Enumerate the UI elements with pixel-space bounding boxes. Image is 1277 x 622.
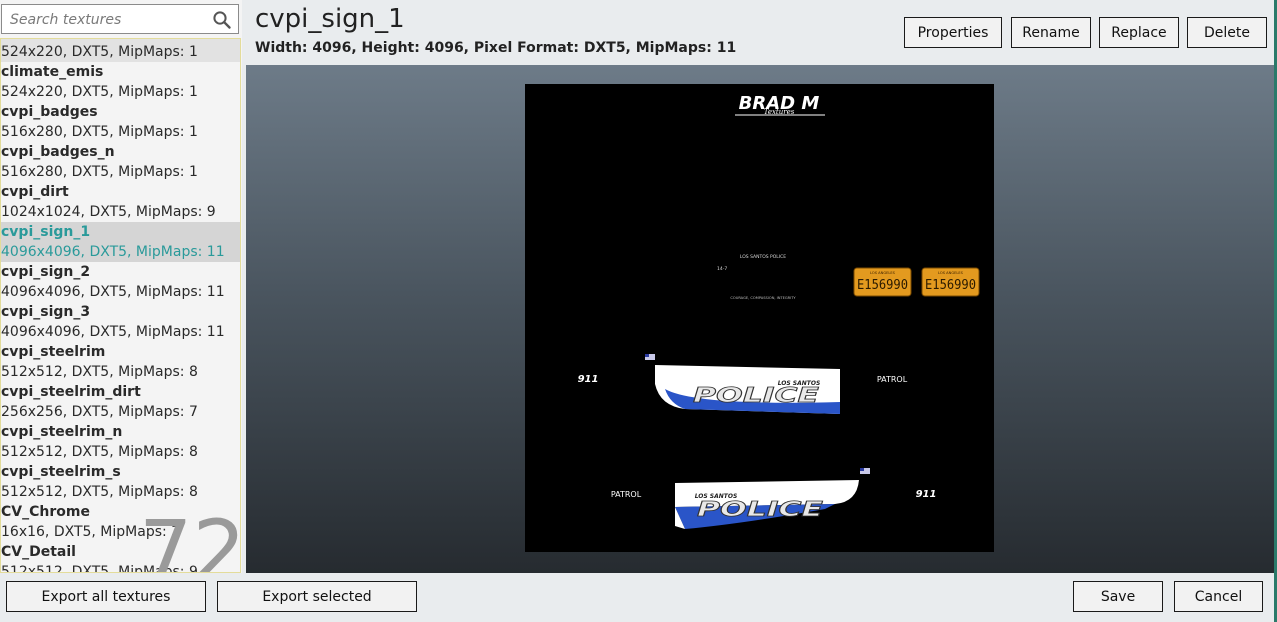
texture-list-item[interactable]: cvpi_steelrim_n 512x512, DXT5, MipMaps: 8 (1, 422, 240, 462)
svg-text:E156990: E156990 (925, 278, 976, 293)
license-plate: LOS ANGELES E156990 (921, 267, 980, 297)
texture-info: 516x280, DXT5, MipMaps: 1 (1, 124, 198, 140)
texture-info: 1024x1024, DXT5, MipMaps: 9 (1, 204, 216, 220)
replace-button[interactable]: Replace (1099, 17, 1179, 48)
texture-preview-area[interactable]: BRAD M Textures LOS SANTOS POLICE 14-7 C… (246, 65, 1274, 573)
brand-subtitle: Textures (764, 108, 795, 116)
texture-list-item[interactable]: climate524x220, DXT5, MipMaps: 1 (1, 39, 240, 62)
texture-info: 4096x4096, DXT5, MipMaps: 11 (1, 284, 225, 300)
texture-list[interactable]: climate524x220, DXT5, MipMaps: 1climate_… (0, 38, 241, 573)
bottom-bar: Export all textures Export selected Save… (0, 573, 1277, 622)
properties-button[interactable]: Properties (904, 17, 1002, 48)
export-selected-button[interactable]: Export selected (217, 581, 417, 612)
texture-name: cvpi_steelrim_s (1, 464, 121, 480)
texture-name: cvpi_steelrim_dirt (1, 384, 141, 400)
rename-button[interactable]: Rename (1011, 17, 1091, 48)
texture-info: 512x512, DXT5, MipMaps: 8 (1, 364, 198, 380)
texture-name: cvpi_steelrim_n (1, 424, 123, 440)
texture-list-item[interactable]: CV_Detail 512x512, DXT5, MipMaps: 9 (1, 542, 240, 573)
texture-list-item[interactable]: cvpi_sign_3 4096x4096, DXT5, MipMaps: 11 (1, 302, 240, 342)
texture-details: Width: 4096, Height: 4096, Pixel Format:… (255, 40, 737, 56)
texture-list-item[interactable]: climate_emis 524x220, DXT5, MipMaps: 1 (1, 62, 240, 102)
texture-artwork: BRAD M Textures LOS SANTOS POLICE 14-7 C… (578, 93, 980, 529)
texture-list-items: climate524x220, DXT5, MipMaps: 1climate_… (1, 39, 240, 573)
texture-name: cvpi_sign_2 (1, 264, 91, 280)
texture-list-item[interactable]: cvpi_badges 516x280, DXT5, MipMaps: 1 (1, 102, 240, 142)
search-icon[interactable] (212, 10, 232, 30)
texture-name: cvpi_dirt (1, 184, 69, 200)
texture-list-item[interactable]: cvpi_dirt 1024x1024, DXT5, MipMaps: 9 (1, 182, 240, 222)
texture-info: 524x220, DXT5, MipMaps: 1 (1, 44, 198, 60)
texture-title: cvpi_sign_1 (255, 4, 405, 34)
save-button[interactable]: Save (1073, 581, 1163, 612)
cancel-button[interactable]: Cancel (1174, 581, 1263, 612)
header-text: LOS SANTOS POLICE (740, 254, 786, 260)
svg-text:LOS ANGELES: LOS ANGELES (870, 271, 896, 275)
texture-info: 512x512, DXT5, MipMaps: 9 (1, 564, 198, 573)
texture-list-item[interactable]: cvpi_sign_2 4096x4096, DXT5, MipMaps: 11 (1, 262, 240, 302)
texture-list-item[interactable]: cvpi_steelrim 512x512, DXT5, MipMaps: 8 (1, 342, 240, 382)
svg-text:LOS ANGELES: LOS ANGELES (938, 271, 964, 275)
texture-info: 4096x4096, DXT5, MipMaps: 11 (1, 324, 225, 340)
svg-text:E156990: E156990 (857, 278, 908, 293)
texture-name: cvpi_sign_1 (1, 224, 91, 240)
texture-name: cvpi_badges_n (1, 144, 115, 160)
texture-name: CV_Chrome (1, 504, 90, 520)
texture-list-item[interactable]: CV_Chrome 16x16, DXT5, MipMaps: 3 (1, 502, 240, 542)
emergency-number: 911 (916, 489, 937, 500)
texture-info: 16x16, DXT5, MipMaps: 3 (1, 524, 181, 540)
texture-name: cvpi_steelrim (1, 344, 106, 360)
texture-list-item[interactable]: cvpi_steelrim_s 512x512, DXT5, MipMaps: 8 (1, 462, 240, 502)
brand-logo: BRAD M Textures (735, 93, 825, 116)
texture-name: cvpi_sign_3 (1, 304, 91, 320)
police-decal: LOS SANTOS POLICE (655, 365, 840, 414)
search-input[interactable] (8, 9, 212, 31)
texture-info: 256x256, DXT5, MipMaps: 7 (1, 404, 198, 420)
texture-name: cvpi_badges (1, 104, 98, 120)
texture-list-item[interactable]: cvpi_steelrim_dirt 256x256, DXT5, MipMaps… (1, 382, 240, 422)
code-text: 14-7 (717, 266, 727, 272)
texture-sidebar: climate524x220, DXT5, MipMaps: 1climate_… (0, 0, 242, 573)
texture-info: 516x280, DXT5, MipMaps: 1 (1, 164, 198, 180)
texture-info: 512x512, DXT5, MipMaps: 8 (1, 484, 198, 500)
texture-list-item[interactable]: cvpi_sign_1 4096x4096, DXT5, MipMaps: 11 (1, 222, 240, 262)
svg-text:POLICE: POLICE (697, 497, 824, 521)
texture-info: 524x220, DXT5, MipMaps: 1 (1, 84, 198, 100)
license-plate: LOS ANGELES E156990 (853, 267, 912, 297)
search-box[interactable] (1, 4, 239, 34)
patrol-label: PATROL (611, 490, 642, 499)
texture-name: climate_emis (1, 64, 104, 80)
emergency-number: 911 (578, 374, 599, 385)
texture-list-item[interactable]: cvpi_badges_n 516x280, DXT5, MipMaps: 1 (1, 142, 240, 182)
texture-info: 512x512, DXT5, MipMaps: 8 (1, 444, 198, 460)
svg-text:POLICE: POLICE (693, 383, 820, 407)
texture-info: 4096x4096, DXT5, MipMaps: 11 (1, 244, 225, 260)
texture-image: BRAD M Textures LOS SANTOS POLICE 14-7 C… (525, 84, 994, 552)
motto-text: COURAGE, COMPASSION, INTEGRITY (730, 296, 796, 300)
delete-button[interactable]: Delete (1187, 17, 1267, 48)
texture-header: cvpi_sign_1 Width: 4096, Height: 4096, P… (242, 0, 1277, 64)
export-all-button[interactable]: Export all textures (6, 581, 206, 612)
texture-name: CV_Detail (1, 544, 76, 560)
police-decal: LOS SANTOS POLICE (675, 480, 859, 529)
patrol-label: PATROL (877, 375, 908, 384)
